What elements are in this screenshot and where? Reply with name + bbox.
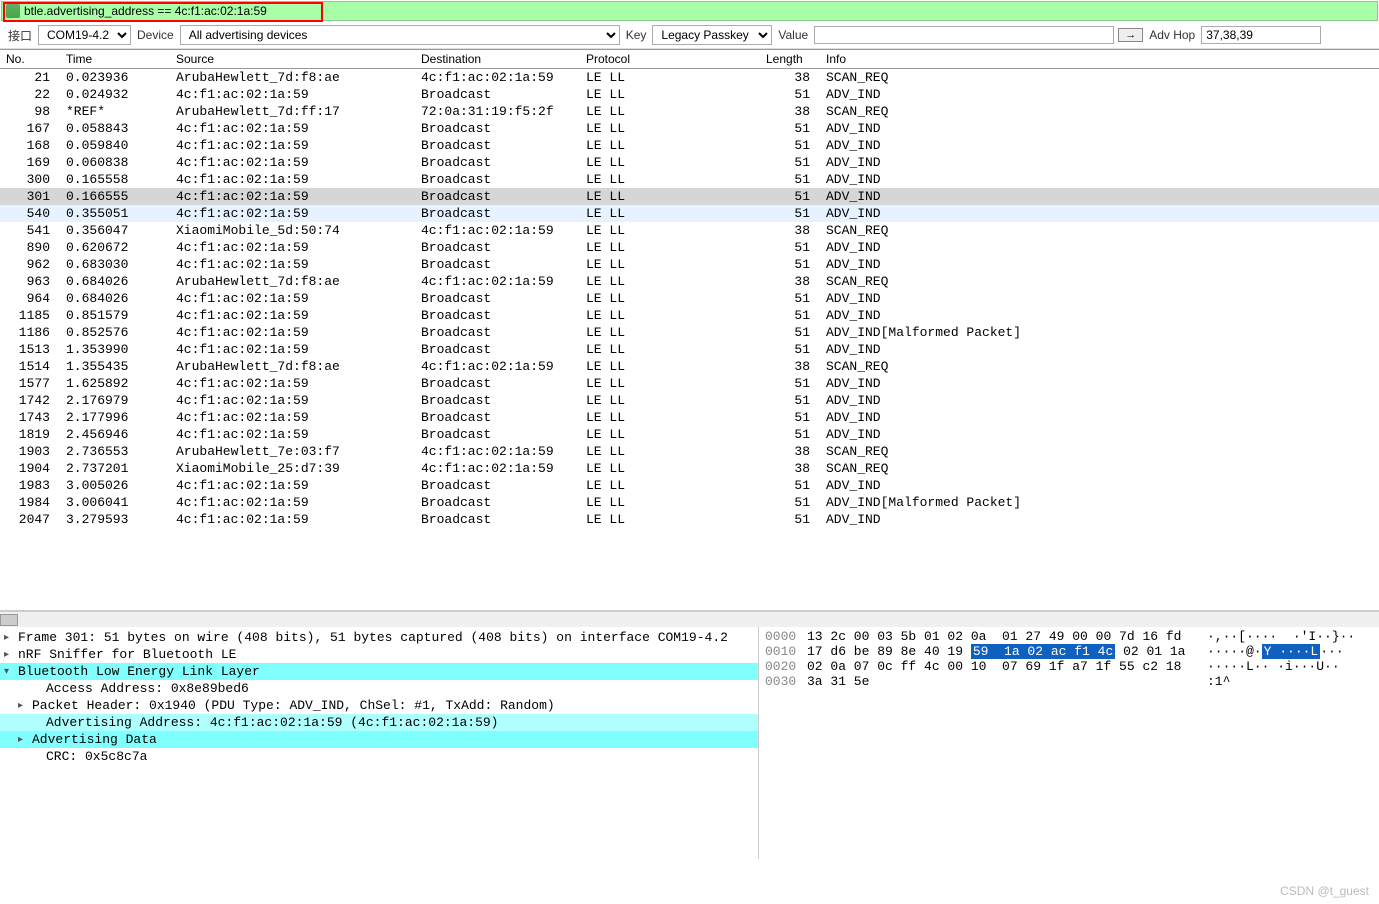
watermark: CSDN @t_guest <box>1280 884 1369 898</box>
table-row[interactable]: 3010.1665554c:f1:ac:02:1a:59BroadcastLE … <box>0 188 1379 205</box>
lower-pane: ▸Frame 301: 51 bytes on wire (408 bits),… <box>0 627 1379 859</box>
table-row[interactable]: 18192.4569464c:f1:ac:02:1a:59BroadcastLE… <box>0 426 1379 443</box>
table-row[interactable]: 19042.737201XiaomiMobile_25:d7:394c:f1:a… <box>0 460 1379 477</box>
table-row[interactable]: 15141.355435ArubaHewlett_7d:f8:ae4c:f1:a… <box>0 358 1379 375</box>
display-filter-input[interactable] <box>24 4 1373 18</box>
hex-row[interactable]: 000013 2c 00 03 5b 01 02 0a 01 27 49 00 … <box>763 629 1375 644</box>
table-row[interactable]: 1680.0598404c:f1:ac:02:1a:59BroadcastLE … <box>0 137 1379 154</box>
key-type-select[interactable]: Legacy Passkey <box>652 25 772 45</box>
column-header[interactable]: Length <box>760 50 820 69</box>
tree-node[interactable]: ▸nRF Sniffer for Bluetooth LE <box>0 646 758 663</box>
table-row[interactable]: 17422.1769794c:f1:ac:02:1a:59BroadcastLE… <box>0 392 1379 409</box>
advhop-label: Adv Hop <box>1149 28 1195 42</box>
packet-details-tree[interactable]: ▸Frame 301: 51 bytes on wire (408 bits),… <box>0 627 759 859</box>
go-button[interactable]: → <box>1118 28 1143 42</box>
table-row[interactable]: 19833.0050264c:f1:ac:02:1a:59BroadcastLE… <box>0 477 1379 494</box>
tree-node[interactable]: ▾Bluetooth Low Energy Link Layer <box>0 663 758 680</box>
column-header[interactable]: No. <box>0 50 60 69</box>
tree-node[interactable]: Access Address: 0x8e89bed6 <box>0 680 758 697</box>
filter-icon <box>6 4 20 18</box>
column-header[interactable]: Info <box>820 50 1379 69</box>
table-row[interactable]: 8900.6206724c:f1:ac:02:1a:59BroadcastLE … <box>0 239 1379 256</box>
packet-list-pane[interactable]: No.TimeSourceDestinationProtocolLengthIn… <box>0 49 1379 611</box>
table-row[interactable]: 3000.1655584c:f1:ac:02:1a:59BroadcastLE … <box>0 171 1379 188</box>
value-label: Value <box>778 28 808 42</box>
table-row[interactable]: 15771.6258924c:f1:ac:02:1a:59BroadcastLE… <box>0 375 1379 392</box>
capture-toolbar: 接口 COM19-4.2 Device All advertising devi… <box>0 22 1379 49</box>
advhop-input[interactable] <box>1201 26 1321 44</box>
tree-node[interactable]: Advertising Address: 4c:f1:ac:02:1a:59 (… <box>0 714 758 731</box>
table-row[interactable]: 20473.2795934c:f1:ac:02:1a:59BroadcastLE… <box>0 511 1379 528</box>
tree-node[interactable]: ▸Frame 301: 51 bytes on wire (408 bits),… <box>0 629 758 646</box>
table-row[interactable]: 17432.1779964c:f1:ac:02:1a:59BroadcastLE… <box>0 409 1379 426</box>
table-row[interactable]: 5410.356047XiaomiMobile_5d:50:744c:f1:ac… <box>0 222 1379 239</box>
packet-table: No.TimeSourceDestinationProtocolLengthIn… <box>0 49 1379 528</box>
hex-row[interactable]: 002002 0a 07 0c ff 4c 00 10 07 69 1f a7 … <box>763 659 1375 674</box>
table-row[interactable]: 19032.736553ArubaHewlett_7e:03:f74c:f1:a… <box>0 443 1379 460</box>
key-label: Key <box>626 28 647 42</box>
interface-select[interactable]: COM19-4.2 <box>38 25 131 45</box>
table-row[interactable]: 9640.6840264c:f1:ac:02:1a:59BroadcastLE … <box>0 290 1379 307</box>
device-label: Device <box>137 28 174 42</box>
expand-icon[interactable]: ▸ <box>4 649 9 661</box>
table-row[interactable]: 210.023936ArubaHewlett_7d:f8:ae4c:f1:ac:… <box>0 69 1379 87</box>
packet-hscrollbar[interactable] <box>0 611 1379 627</box>
column-header[interactable]: Time <box>60 50 170 69</box>
expand-icon[interactable]: ▸ <box>18 734 23 746</box>
hex-row[interactable]: 00303a 31 5e:1^ <box>763 674 1375 689</box>
table-row[interactable]: 1690.0608384c:f1:ac:02:1a:59BroadcastLE … <box>0 154 1379 171</box>
table-row[interactable]: 1670.0588434c:f1:ac:02:1a:59BroadcastLE … <box>0 120 1379 137</box>
table-row[interactable]: 9620.6830304c:f1:ac:02:1a:59BroadcastLE … <box>0 256 1379 273</box>
table-row[interactable]: 98*REF*ArubaHewlett_7d:ff:1772:0a:31:19:… <box>0 103 1379 120</box>
table-row[interactable]: 19843.0060414c:f1:ac:02:1a:59BroadcastLE… <box>0 494 1379 511</box>
display-filter-bar[interactable] <box>1 1 1378 21</box>
value-input[interactable] <box>814 26 1114 44</box>
tree-node[interactable]: ▸Packet Header: 0x1940 (PDU Type: ADV_IN… <box>0 697 758 714</box>
column-header[interactable]: Source <box>170 50 415 69</box>
device-select[interactable]: All advertising devices <box>180 25 620 45</box>
table-row[interactable]: 15131.3539904c:f1:ac:02:1a:59BroadcastLE… <box>0 341 1379 358</box>
table-row[interactable]: 11850.8515794c:f1:ac:02:1a:59BroadcastLE… <box>0 307 1379 324</box>
packet-header-row[interactable]: No.TimeSourceDestinationProtocolLengthIn… <box>0 50 1379 69</box>
table-row[interactable]: 5400.3550514c:f1:ac:02:1a:59BroadcastLE … <box>0 205 1379 222</box>
expand-icon[interactable]: ▸ <box>4 632 9 644</box>
table-row[interactable]: 11860.8525764c:f1:ac:02:1a:59BroadcastLE… <box>0 324 1379 341</box>
column-header[interactable]: Protocol <box>580 50 760 69</box>
hex-row[interactable]: 001017 d6 be 89 8e 40 19 59 1a 02 ac f1 … <box>763 644 1375 659</box>
table-row[interactable]: 220.0249324c:f1:ac:02:1a:59BroadcastLE L… <box>0 86 1379 103</box>
packet-bytes-pane[interactable]: 000013 2c 00 03 5b 01 02 0a 01 27 49 00 … <box>759 627 1379 859</box>
expand-icon[interactable]: ▾ <box>4 666 9 678</box>
tree-node[interactable]: CRC: 0x5c8c7a <box>0 748 758 765</box>
interface-label: 接口 <box>8 27 32 44</box>
expand-icon[interactable]: ▸ <box>18 700 23 712</box>
column-header[interactable]: Destination <box>415 50 580 69</box>
tree-node[interactable]: ▸Advertising Data <box>0 731 758 748</box>
table-row[interactable]: 9630.684026ArubaHewlett_7d:f8:ae4c:f1:ac… <box>0 273 1379 290</box>
